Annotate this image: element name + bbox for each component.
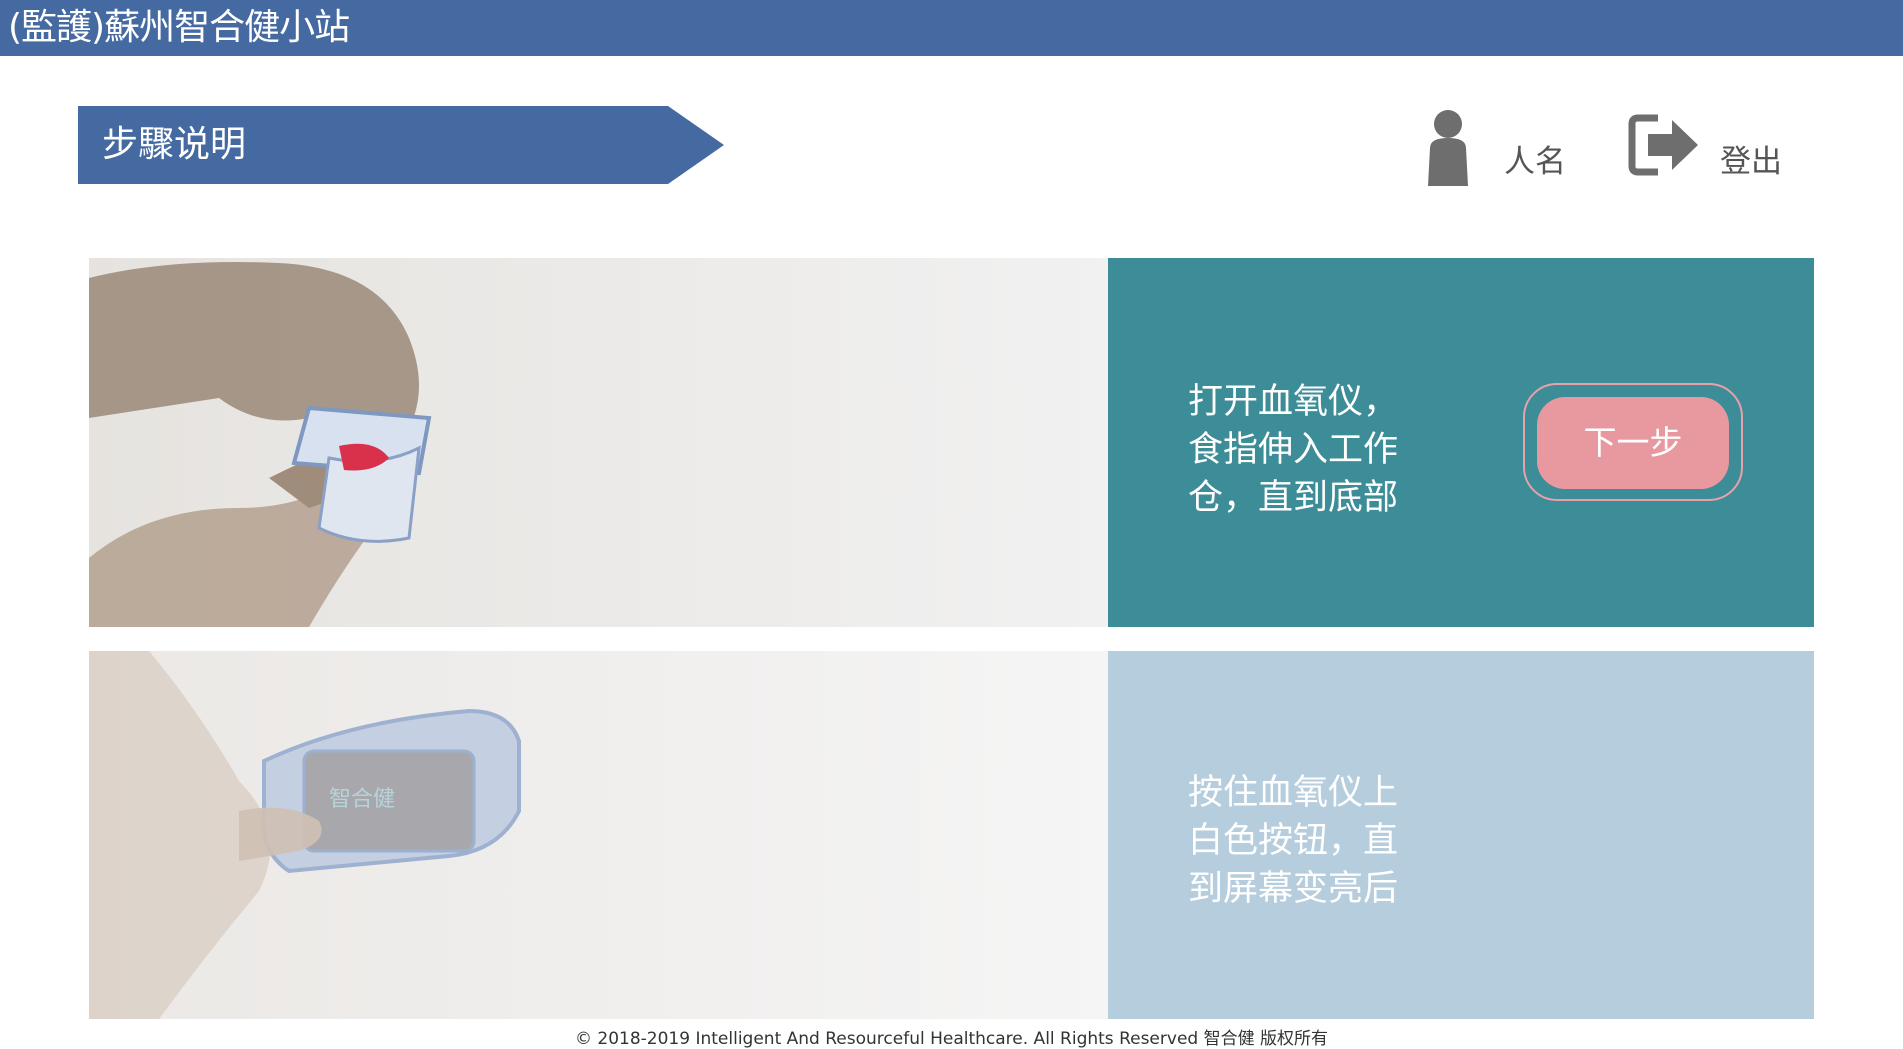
step-1-instruction: 打开血氧仪， 食指伸入工作 仓，直到底部 — [1188, 382, 1399, 518]
finger-oximeter-image — [89, 258, 1108, 627]
logout-icon — [1628, 114, 1700, 180]
page-title: 步驟说明 — [102, 124, 247, 165]
step-card-2: 智合健 按住血氧仪上 白色按钮，直 到屏幕变亮后 — [89, 651, 1814, 1019]
step-card-1: 打开血氧仪， 食指伸入工作 仓，直到底部 下一步 — [89, 258, 1814, 627]
user-profile[interactable]: 人名 — [1426, 108, 1588, 188]
app-title: (監護)蘇州智合健小站 — [8, 7, 350, 48]
step-banner: 步驟说明 — [78, 106, 724, 184]
step-2-panel: 按住血氧仪上 白色按钮，直 到屏幕变亮后 — [1108, 651, 1814, 1019]
next-step-label: 下一步 — [1537, 397, 1729, 489]
logout-label: 登出 — [1720, 144, 1782, 180]
title-bar: (監護)蘇州智合健小站 — [0, 0, 1903, 56]
copyright-footer: © 2018-2019 Intelligent And Resourceful … — [575, 1029, 1328, 1049]
user-name: 人名 — [1504, 144, 1566, 180]
step-2-instruction: 按住血氧仪上 白色按钮，直 到屏幕变亮后 — [1188, 773, 1399, 909]
next-step-button[interactable]: 下一步 — [1523, 383, 1743, 501]
device-screen-text: 智合健 — [329, 787, 395, 812]
step-1-panel: 打开血氧仪， 食指伸入工作 仓，直到底部 下一步 — [1108, 258, 1814, 627]
person-icon — [1426, 110, 1470, 190]
logout-button[interactable]: 登出 — [1628, 108, 1808, 188]
oximeter-screen-image: 智合健 — [89, 651, 1108, 1019]
